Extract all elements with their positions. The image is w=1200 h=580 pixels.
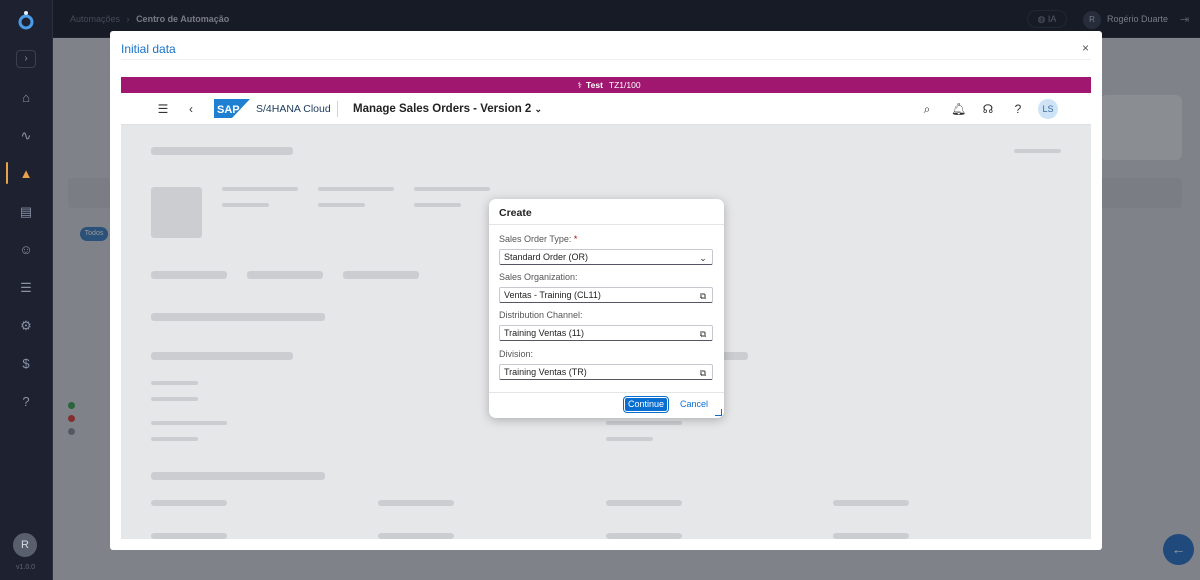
user-avatar-ls[interactable]: LS: [1038, 99, 1058, 119]
skeleton-line: [606, 500, 682, 506]
app-logo: [18, 11, 34, 30]
app-version: v1.0.0: [16, 564, 36, 571]
distribution-channel-label: Distribution Channel:: [499, 310, 583, 320]
sales-order-type-value: Standard Order (OR): [504, 252, 589, 262]
skeleton-line: [222, 203, 269, 207]
skeleton-tab: [247, 271, 323, 279]
skeleton-line: [833, 500, 909, 506]
division-label: Division:: [499, 349, 534, 359]
skeleton-line: [151, 421, 227, 425]
flask-icon[interactable]: ▲: [18, 166, 34, 182]
sidebar-avatar[interactable]: R: [13, 533, 37, 557]
skeleton-line: [414, 203, 461, 207]
division-value: Training Ventas (TR): [504, 367, 587, 377]
sap-frame: ⚕ Test TZ1/100 ☰ ‹ SAP S/4HANA Cloud Manag…: [121, 77, 1091, 539]
environment-label: Test: [586, 80, 603, 90]
skeleton-line: [606, 437, 653, 441]
sidebar-expand-button[interactable]: ›: [16, 50, 36, 68]
skeleton-line: [1014, 149, 1061, 153]
distribution-channel-field[interactable]: Training Ventas (11) ⧉: [499, 325, 713, 341]
initial-data-modal: Initial data × ⚕ Test TZ1/100 ☰ ‹ SAP S/4H…: [110, 31, 1102, 550]
create-dialog: Create Sales Order Type: * Standard Orde…: [489, 199, 724, 418]
dialog-title: Create: [499, 207, 532, 219]
distribution-channel-value: Training Ventas (11): [504, 328, 585, 338]
skeleton-tab: [151, 271, 227, 279]
skeleton-line: [151, 472, 325, 480]
menu-icon[interactable]: ☰: [156, 102, 170, 116]
help-icon[interactable]: ?: [1011, 102, 1025, 116]
sales-order-type-select[interactable]: Standard Order (OR) ⌄: [499, 249, 713, 265]
skeleton-line: [151, 437, 198, 441]
back-icon[interactable]: ‹: [184, 102, 198, 116]
sidebar: › ⌂ ∿ ▲ ▤ ☺ ☰ ⚙ $ ? R v1.0.0: [0, 0, 53, 580]
dialog-header-divider: [489, 224, 724, 225]
skeleton-line: [378, 533, 454, 539]
skeleton-line: [414, 187, 490, 191]
app-title-menu[interactable]: Manage Sales Orders - Version 2 ⌄: [353, 103, 542, 115]
sap-logo: SAP: [214, 99, 250, 118]
sidebar-active-indicator: [6, 162, 8, 184]
environment-system: TZ1/100: [608, 80, 641, 90]
required-marker: *: [573, 234, 578, 244]
skeleton-tab: [343, 271, 419, 279]
archive-icon[interactable]: ▤: [18, 204, 34, 220]
help-icon[interactable]: ?: [18, 394, 34, 410]
sales-organization-label: Sales Organization:: [499, 272, 578, 282]
skeleton-line: [151, 381, 198, 385]
skeleton-image: [151, 187, 202, 238]
value-help-icon[interactable]: ⧉: [698, 289, 708, 303]
resize-handle[interactable]: [715, 409, 722, 416]
division-field[interactable]: Training Ventas (TR) ⧉: [499, 364, 713, 380]
value-help-icon[interactable]: ⧉: [698, 366, 708, 380]
skeleton-line: [151, 147, 293, 155]
cancel-button[interactable]: Cancel: [679, 397, 709, 412]
sales-organization-value: Ventas - Training (CL11): [504, 290, 601, 300]
continue-button[interactable]: Continue: [623, 396, 669, 413]
chevron-down-icon[interactable]: ⌄: [698, 251, 708, 265]
product-name: S/4HANA Cloud: [256, 103, 331, 115]
skeleton-line: [222, 187, 298, 191]
skeleton-line: [606, 421, 682, 425]
sales-organization-field[interactable]: Ventas - Training (CL11) ⧉: [499, 287, 713, 303]
home-icon[interactable]: ⌂: [18, 90, 34, 106]
analytics-icon[interactable]: ∿: [18, 128, 34, 144]
users-icon[interactable]: ☺: [18, 242, 34, 258]
skeleton-line: [151, 352, 293, 360]
skeleton-line: [833, 533, 909, 539]
list-icon[interactable]: ☰: [18, 280, 34, 296]
chevron-down-icon: ⌄: [534, 104, 543, 114]
skeleton-line: [318, 203, 365, 207]
skeleton-line: [151, 397, 198, 401]
gear-icon[interactable]: ⚙: [18, 318, 34, 334]
skeleton-line: [606, 533, 682, 539]
modal-title: Initial data: [121, 42, 176, 56]
skeleton-line: [151, 313, 325, 321]
sales-order-type-label: Sales Order Type: *: [499, 234, 578, 244]
skeleton-line: [151, 500, 227, 506]
headset-icon[interactable]: ☊: [981, 102, 995, 116]
skeleton-line: [318, 187, 394, 191]
dialog-footer-divider: [489, 392, 724, 393]
value-help-icon[interactable]: ⧉: [698, 327, 708, 341]
svg-text:SAP: SAP: [217, 104, 240, 116]
stethoscope-icon: ⚕: [577, 80, 583, 90]
app-title: Manage Sales Orders - Version 2: [353, 103, 532, 115]
skeleton-line: [378, 500, 454, 506]
dollar-icon[interactable]: $: [18, 356, 34, 372]
sap-shell-bar: ☰ ‹ SAP S/4HANA Cloud Manage Sales Order…: [121, 93, 1091, 125]
close-icon[interactable]: ×: [1082, 41, 1089, 55]
modal-divider: [121, 59, 1091, 60]
bell-icon[interactable]: 🔔︎: [951, 102, 966, 116]
search-icon[interactable]: ⌕: [920, 102, 934, 116]
skeleton-line: [151, 533, 227, 539]
shell-divider: [337, 101, 338, 117]
environment-bar: ⚕ Test TZ1/100: [121, 77, 1091, 93]
